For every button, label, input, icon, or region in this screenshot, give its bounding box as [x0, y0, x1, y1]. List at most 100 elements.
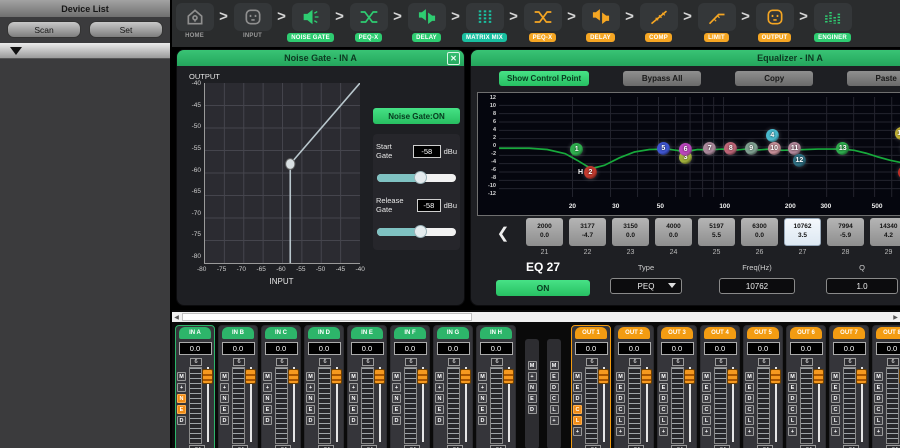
toolbar-item-peq-x[interactable]: PEQ-X [346, 3, 391, 42]
paste-button[interactable]: Paste [847, 71, 900, 86]
chan-btn-c[interactable]: C [659, 405, 668, 414]
chan-btn-n[interactable]: N [220, 394, 229, 403]
chan-btn-m[interactable]: M [573, 372, 582, 381]
chan-btn-m[interactable]: M [874, 372, 883, 381]
chan-btn-d[interactable]: D [702, 394, 711, 403]
channel-strip-out-2[interactable]: OUT 20.06-64MEDCL+ [614, 325, 654, 448]
channel-tab-in-f[interactable]: IN F [394, 327, 426, 339]
eq-q-field[interactable]: 1.0 [826, 278, 898, 294]
chan-btn-n[interactable]: N [435, 394, 444, 403]
fader-handle[interactable] [245, 369, 256, 384]
mixer-scrollbar[interactable]: ◀ ▶ [172, 312, 900, 322]
chan-btn-m[interactable]: M [220, 372, 229, 381]
toolbar-item-input[interactable]: INPUT [230, 3, 275, 39]
chan-btn-e[interactable]: E [616, 383, 625, 392]
chan-btn-plus[interactable]: + [831, 427, 840, 436]
eq-band-cell-22[interactable]: 3177-4.7 [569, 218, 606, 246]
channel-tab-out-3[interactable]: OUT 3 [661, 327, 693, 339]
chan-btn-e[interactable]: E [831, 383, 840, 392]
chan-btn-plus[interactable]: + [263, 383, 272, 392]
eq-freq-field[interactable]: 10762 [719, 278, 795, 294]
chan-btn-d[interactable]: D [745, 394, 754, 403]
chan-btn-plus[interactable]: + [392, 383, 401, 392]
chan-btn-e[interactable]: E [573, 383, 582, 392]
master-btn-c[interactable]: C [550, 394, 559, 403]
chan-btn-l[interactable]: L [745, 416, 754, 425]
chan-btn-plus[interactable]: + [788, 427, 797, 436]
channel-tab-in-a[interactable]: IN A [179, 327, 211, 339]
channel-gain-value[interactable]: 0.0 [704, 342, 737, 355]
fader-handle[interactable] [202, 369, 213, 384]
chan-btn-c[interactable]: C [702, 405, 711, 414]
toolbar-item-output-out[interactable]: OUTPUT [752, 3, 797, 42]
chan-btn-e[interactable]: E [220, 405, 229, 414]
channel-tab-in-b[interactable]: IN B [222, 327, 254, 339]
eq-type-select[interactable]: PEQ [610, 278, 682, 294]
chan-btn-m[interactable]: M [745, 372, 754, 381]
fader-handle[interactable] [813, 369, 824, 384]
channel-gain-value[interactable]: 0.0 [394, 342, 427, 355]
channel-strip-out-6[interactable]: OUT 60.06-64MEDCL+ [786, 325, 826, 448]
chan-btn-n[interactable]: N [177, 394, 186, 403]
chan-btn-d[interactable]: D [616, 394, 625, 403]
fader-handle[interactable] [288, 369, 299, 384]
fader-handle[interactable] [684, 369, 695, 384]
fader-handle[interactable] [770, 369, 781, 384]
channel-gain-value[interactable]: 0.0 [618, 342, 651, 355]
channel-gain-value[interactable]: 0.0 [437, 342, 470, 355]
chan-btn-m[interactable]: M [349, 372, 358, 381]
eq-band-cell-21[interactable]: 20000.0 [526, 218, 563, 246]
chan-btn-n[interactable]: N [392, 394, 401, 403]
chan-btn-d[interactable]: D [874, 394, 883, 403]
eq-band-cell-25[interactable]: 51975.5 [698, 218, 735, 246]
channel-tab-out-5[interactable]: OUT 5 [747, 327, 779, 339]
chan-btn-c[interactable]: C [788, 405, 797, 414]
channel-strip-in-a[interactable]: IN A0.06-64M+NED [175, 325, 215, 448]
chan-btn-plus[interactable]: + [874, 427, 883, 436]
toolbar-item-limit-out[interactable]: LIMIT [694, 3, 739, 42]
fader-handle[interactable] [503, 369, 514, 384]
eq-band-cell-28[interactable]: 7994-5.9 [827, 218, 864, 246]
scroll-right-icon[interactable]: ▶ [891, 314, 900, 321]
chan-btn-d[interactable]: D [220, 416, 229, 425]
eq-point-10[interactable]: 10 [768, 142, 781, 155]
chan-btn-d[interactable]: D [573, 394, 582, 403]
chan-btn-plus[interactable]: + [306, 383, 315, 392]
channel-tab-in-h[interactable]: IN H [480, 327, 512, 339]
chan-btn-e[interactable]: E [177, 405, 186, 414]
chan-btn-e[interactable]: E [745, 383, 754, 392]
chan-btn-e[interactable]: E [478, 405, 487, 414]
device-tree-collapse[interactable] [0, 43, 170, 59]
chan-btn-e[interactable]: E [788, 383, 797, 392]
chan-btn-e[interactable]: E [263, 405, 272, 414]
scan-button[interactable]: Scan [7, 21, 81, 38]
bypass-all-button[interactable]: Bypass All [623, 71, 701, 86]
chan-btn-m[interactable]: M [788, 372, 797, 381]
close-icon[interactable] [447, 52, 460, 65]
chan-btn-plus[interactable]: + [745, 427, 754, 436]
chan-btn-n[interactable]: N [263, 394, 272, 403]
release-gate-field[interactable]: -58 [417, 199, 441, 212]
channel-tab-in-d[interactable]: IN D [308, 327, 340, 339]
slider-knob[interactable] [414, 225, 427, 238]
chan-btn-m[interactable]: M [478, 372, 487, 381]
chan-btn-d[interactable]: D [788, 394, 797, 403]
chan-btn-m[interactable]: M [392, 372, 401, 381]
channel-tab-out-8[interactable]: OUT 8 [876, 327, 900, 339]
chan-btn-e[interactable]: E [435, 405, 444, 414]
eq-point-6[interactable]: 6 [679, 143, 692, 156]
toolbar-item-delay-out[interactable]: DELAY [578, 3, 623, 42]
scrollbar-thumb[interactable] [182, 313, 472, 321]
toolbar-item-comp-out[interactable]: COMP [636, 3, 681, 42]
chan-btn-e[interactable]: E [349, 405, 358, 414]
scroll-left-icon[interactable]: ◀ [172, 314, 181, 321]
chan-btn-m[interactable]: M [306, 372, 315, 381]
channel-strip-out-5[interactable]: OUT 50.06-64MEDCL+ [743, 325, 783, 448]
channel-gain-value[interactable]: 0.0 [222, 342, 255, 355]
chan-btn-plus[interactable]: + [702, 427, 711, 436]
fader-handle[interactable] [460, 369, 471, 384]
eq-point-9[interactable]: 9 [745, 142, 758, 155]
chan-btn-l[interactable]: L [573, 416, 582, 425]
fader-handle[interactable] [374, 369, 385, 384]
master-btn-e[interactable]: E [550, 372, 559, 381]
